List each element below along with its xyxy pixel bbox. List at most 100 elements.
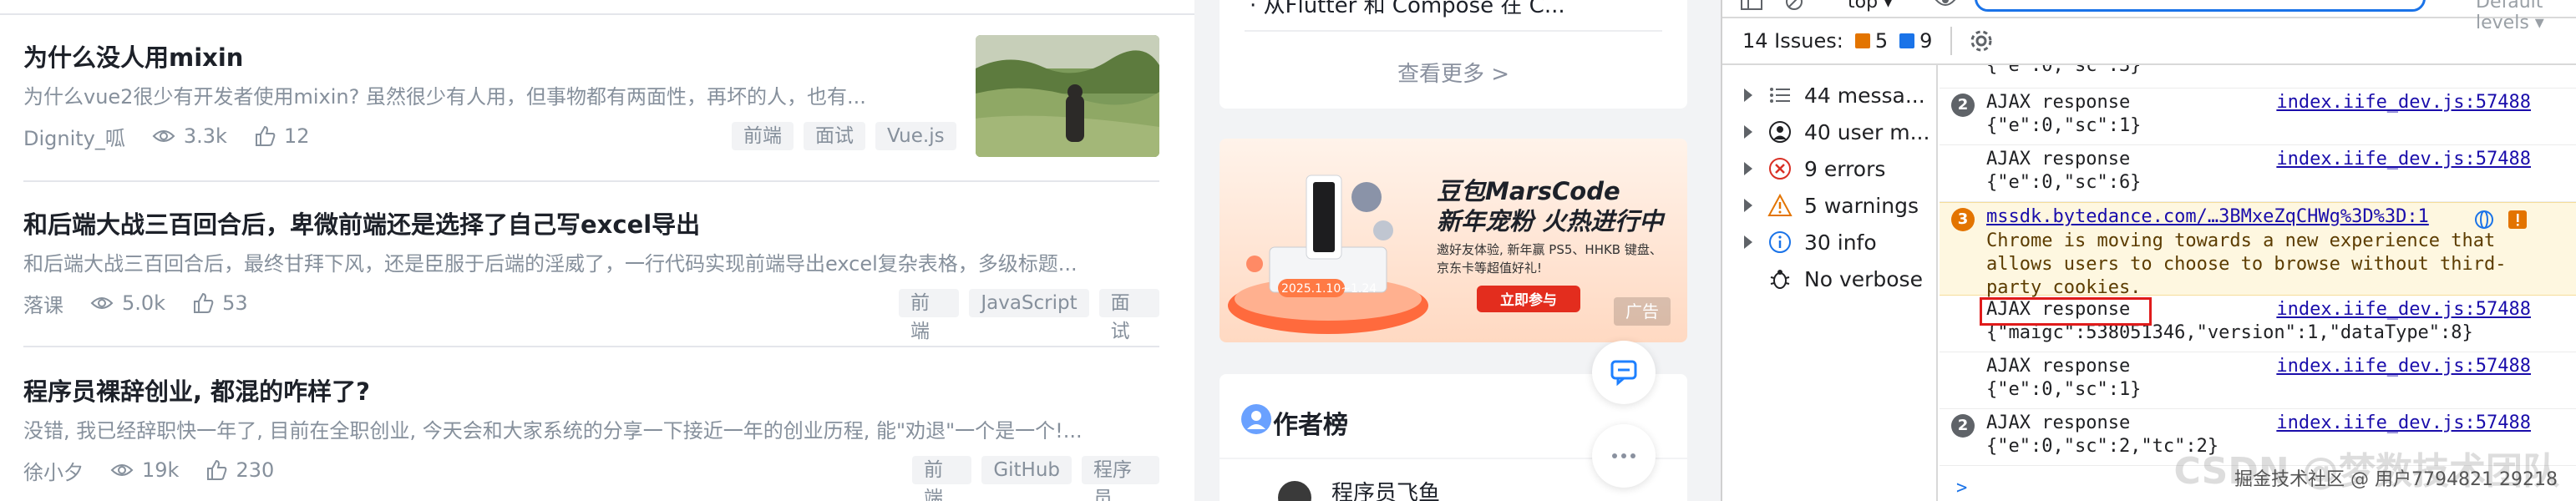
source-link[interactable]: index.iife_dev.js:57488 [2276,92,2531,113]
sidebar-item-messages[interactable]: 44 messa... [1722,77,1925,114]
expand-arrow-icon[interactable] [1744,199,1752,212]
feedback-button[interactable] [1592,341,1656,404]
list-icon [1767,83,1793,108]
filter-input[interactable] [1975,0,2426,12]
like-count[interactable]: 53 [192,291,248,315]
ad-banner[interactable]: 豆包MarsCode 新年宠粉 火热进行中 邀好友体验, 新年赢 PS5、HHK… [1220,139,1687,342]
eye-icon [152,130,175,142]
rank-author-name[interactable]: 程序员飞鱼 [1331,476,1440,501]
source-link[interactable]: index.iife_dev.js:57488 [2276,299,2531,320]
log-value[interactable]: {"e":0,"sc":1} [1986,379,2141,400]
rank-title: 作者榜 [1273,411,1348,440]
warning-entry[interactable]: 3 mssdk.bytedance.com/…3BMxeZqCHWg%3D%3D… [1940,202,2576,298]
author-name[interactable]: 落课 [23,289,63,318]
divider [23,346,1159,347]
log-message: AJAX response [1986,149,2131,170]
globe-icon[interactable] [2474,210,2494,230]
expand-arrow-icon[interactable] [1744,162,1752,175]
view-count-value: 19k [142,458,180,482]
repeat-count-badge: 2 [1951,414,1975,438]
banner-cta-button[interactable]: 立即参与 [1477,287,1580,314]
clear-console-icon[interactable] [1784,0,1804,12]
sidebar-item-user-messages[interactable]: 40 user m... [1722,114,1929,150]
see-more-link[interactable]: 查看更多 > [1220,57,1687,88]
more-button[interactable] [1592,424,1656,488]
context-select[interactable]: top ▾ [1848,0,1893,13]
divider [1950,27,1953,55]
log-message: AJAX response [1986,92,2131,113]
tag[interactable]: 前端 [732,122,794,150]
view-count: 19k [110,458,179,482]
chat-icon [1610,360,1637,386]
sidebar-item-warnings[interactable]: 5 warnings [1722,187,1919,224]
sidebar-item-verbose[interactable]: No verbose [1722,261,1923,297]
warning-issue-icon [1854,33,1870,48]
sidebar-toggle-icon[interactable] [1741,0,1762,10]
tag-list: 前端 面试 Vue.js [732,122,956,150]
source-link[interactable]: index.iife_dev.js:57488 [2276,412,2531,433]
info-icon [1767,230,1793,255]
warning-icon [1767,193,1793,218]
source-link[interactable]: index.iife_dev.js:57488 [2276,149,2531,170]
like-count[interactable]: 230 [205,458,274,482]
more-dots-icon [1612,453,1635,458]
article-abstract: 没错, 我已经辞职快一年了, 目前在全职创业, 今天会和大家系统的分享一下接近一… [23,419,1083,443]
log-entry[interactable]: AJAX response index.iife_dev.js:57488 {"… [1940,145,2576,202]
divider [1245,30,1662,32]
gear-icon[interactable] [1969,28,1994,53]
log-value[interactable]: {"e":0,"sc":6} [1986,172,2141,193]
repeat-count-badge: 2 [1951,94,1975,117]
thumbs-up-icon [207,459,227,480]
article-title[interactable]: 程序员裸辞创业, 都混的咋样了? [23,372,370,407]
tag[interactable]: 前端 [912,456,972,501]
issues-bar: 14 Issues: 5 9 [1722,18,2576,65]
sidebar-item-label: No verbose [1804,266,1923,291]
tag[interactable]: 程序员 [1082,456,1159,501]
info-issue-icon [1899,33,1915,48]
log-value[interactable]: {"e":0,"sc":1} [1986,115,2141,136]
log-entry[interactable]: {"e":0,"sc":3} [1940,65,2576,89]
eye-icon[interactable] [1935,0,1956,10]
issues-info-count[interactable]: 9 [1899,29,1932,53]
expand-arrow-icon[interactable] [1744,89,1752,102]
issues-warning-value: 5 [1874,29,1889,53]
bug-icon [1767,266,1793,291]
sidebar-item-label: 40 user m... [1804,119,1930,144]
issues-warning-count[interactable]: 5 [1854,29,1889,53]
article-item[interactable]: 程序员裸辞创业, 都混的咋样了? 没错, 我已经辞职快一年了, 目前在全职创业,… [23,372,1159,501]
divider [23,180,1159,182]
tag[interactable]: 前端 [899,289,960,342]
expand-arrow-icon[interactable] [1744,235,1752,249]
log-entry[interactable]: 2 AJAX response index.iife_dev.js:57488 … [1940,89,2576,145]
like-count[interactable]: 12 [254,124,310,148]
author-name[interactable]: Dignity_呱 [23,122,125,151]
recommend-item[interactable]: · 从Flutter 和 Compose 在 C... [1250,0,1565,19]
tag[interactable]: Vue.js [875,122,956,150]
tag[interactable]: GitHub [981,456,1072,484]
log-message: AJAX response [1986,356,2131,377]
sidebar-item-info[interactable]: 30 info [1722,224,1877,261]
tag[interactable]: 面试 [1098,289,1159,342]
recommend-card: · 从Flutter 和 Compose 在 C... 查看更多 > [1220,0,1687,109]
article-abstract: 为什么vue2很少有开发者使用mixin? 虽然很少有人用，但事物都有两面性，再… [23,85,866,109]
expand-arrow-icon[interactable] [1744,125,1752,139]
issues-label[interactable]: 14 Issues: [1742,29,1843,53]
console-toolbar: top ▾ Default levels ▾ [1722,0,2576,33]
sidebar-item-label: 9 errors [1804,156,1886,181]
tag[interactable]: JavaScript [969,289,1089,317]
issue-warning-icon[interactable] [2508,210,2528,230]
source-link[interactable]: mssdk.bytedance.com/…3BMxeZqCHWg%3D%3D:1 [1986,206,2429,227]
console-prompt[interactable]: > [1956,478,1967,498]
author-name[interactable]: 徐小夕 [23,456,84,485]
article-title[interactable]: 和后端大战三百回合后，卑微前端还是选择了自己写excel导出 [23,205,700,240]
tag[interactable]: 面试 [804,122,865,150]
avatar[interactable] [1278,481,1311,501]
source-link[interactable]: index.iife_dev.js:57488 [2276,356,2531,377]
article-title[interactable]: 为什么没人用mixin [23,38,243,73]
divider [0,13,1194,15]
article-thumbnail[interactable] [976,35,1159,157]
eye-icon [110,464,134,476]
sidebar-item-errors[interactable]: 9 errors [1722,150,1885,187]
article-item[interactable]: 和后端大战三百回合后，卑微前端还是选择了自己写excel导出 和后端大战三百回合… [23,205,1159,342]
log-entry[interactable]: AJAX response index.iife_dev.js:57488 {"… [1940,352,2576,409]
